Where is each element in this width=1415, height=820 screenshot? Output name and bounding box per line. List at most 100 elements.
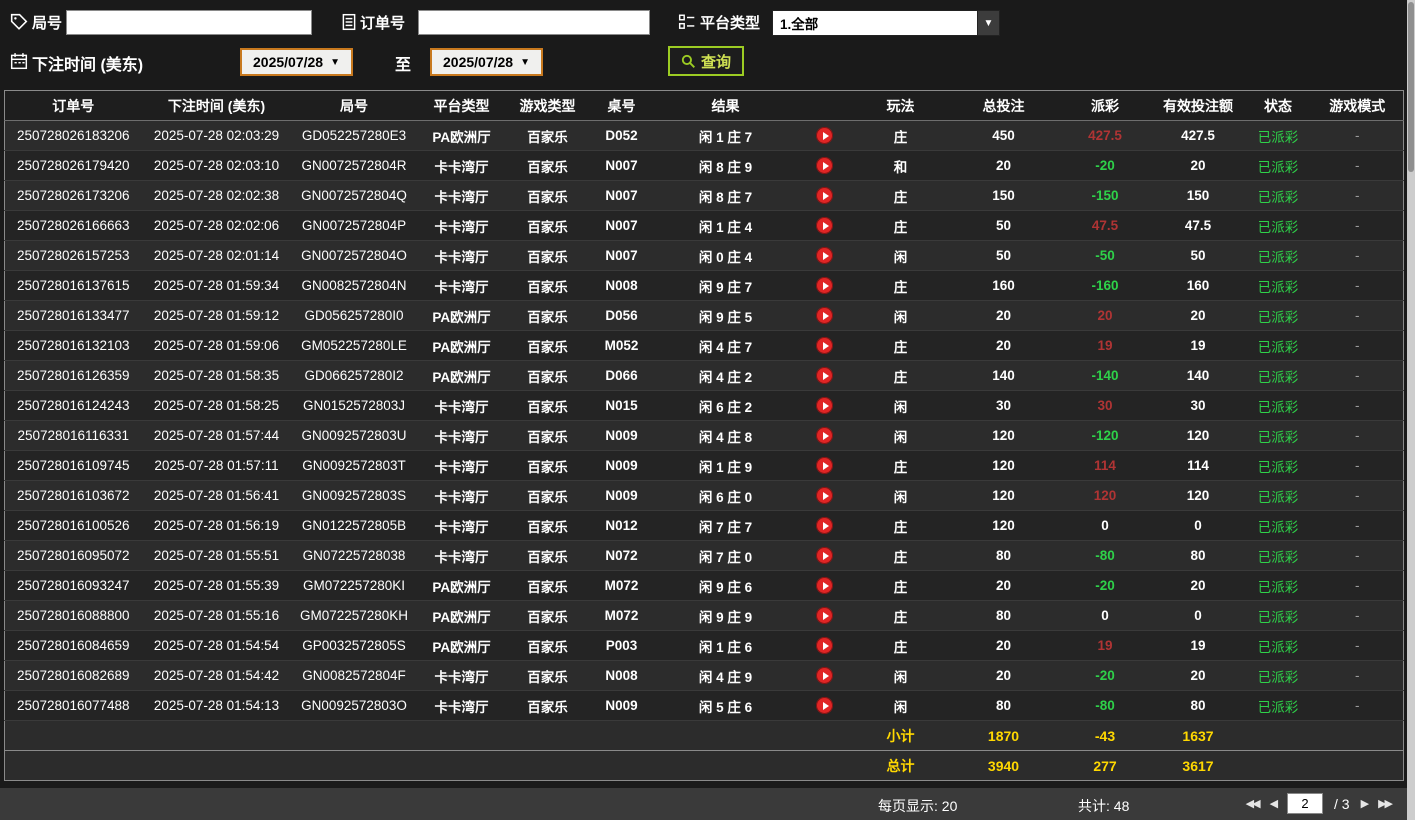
cell-round_id: GN0072572804Q [291,180,417,211]
chevron-down-icon: ▼ [330,56,340,68]
cell-play_icon [796,450,853,481]
cell-status: 已派彩 [1244,630,1312,661]
cell-payout: 120 [1058,480,1152,511]
cell-valid_bet: 30 [1151,390,1245,421]
scrollbar-thumb[interactable] [1408,2,1414,172]
next-page-icon[interactable]: ▶ [1361,797,1370,810]
table-row: 250728016082689 2025-07-28 01:54:42 GN0082… [4,660,1404,691]
cell-order_id: 250728016084659 [4,630,142,661]
cell-play_icon [796,180,853,211]
play-video-icon[interactable] [816,637,833,654]
play-video-icon[interactable] [816,187,833,204]
play-video-icon[interactable] [816,577,833,594]
play-video-icon[interactable] [816,337,833,354]
cell-payout: -20 [1058,150,1152,181]
cell-status: 已派彩 [1244,690,1312,721]
play-video-icon[interactable] [816,547,833,564]
play-video-icon[interactable] [816,307,833,324]
cell-order_id: 250728016103672 [4,480,142,511]
play-video-icon[interactable] [816,127,833,144]
cell-platform: PA欧洲厅 [416,120,507,151]
summary-payout: -43 [1058,720,1152,751]
cell-result: 闲 8 庄 9 [654,150,797,181]
cell-total_bet: 80 [948,540,1059,571]
table-row: 250728026183206 2025-07-28 02:03:29 GD0522… [4,120,1404,151]
cell-play_icon [796,150,853,181]
table-row: 250728016132103 2025-07-28 01:59:06 GM0522… [4,330,1404,361]
play-video-icon[interactable] [816,247,833,264]
summary-row: 总计 3940 277 3617 [4,750,1404,781]
cell-platform: 卡卡湾厅 [416,420,507,451]
cell-round_id: GP0032572805S [291,630,417,661]
round-input[interactable] [66,10,312,35]
column-header: 桌号 [588,90,655,121]
page-number-input[interactable] [1287,793,1324,814]
cell-round_id: GM052257280LE [291,330,417,361]
cell-bet_time: 2025-07-28 01:59:34 [141,270,292,301]
cell-order_id: 250728026179420 [4,150,142,181]
cell-status: 已派彩 [1244,600,1312,631]
play-video-icon[interactable] [816,697,833,714]
table-row: 250728016103672 2025-07-28 01:56:41 GN0092… [4,480,1404,511]
date-from-button[interactable]: 2025/07/28 ▼ [240,48,353,76]
play-video-icon[interactable] [816,217,833,234]
cell-total_bet: 120 [948,420,1059,451]
cell-mode: - [1311,630,1404,661]
last-page-icon[interactable]: ▶▶ [1378,797,1393,810]
play-video-icon[interactable] [816,397,833,414]
cell-payout: 0 [1058,510,1152,541]
play-video-icon[interactable] [816,367,833,384]
play-video-icon[interactable] [816,667,833,684]
play-video-icon[interactable] [816,427,833,444]
play-video-icon[interactable] [816,607,833,624]
play-video-icon[interactable] [816,517,833,534]
table-row: 250728016095072 2025-07-28 01:55:51 GN0722… [4,540,1404,571]
cell-status: 已派彩 [1244,120,1312,151]
cell-table_no: N009 [588,420,655,451]
cell-round_id: GN0072572804R [291,150,417,181]
cell-payout: -120 [1058,420,1152,451]
prev-page-icon[interactable]: ◀ [1270,797,1279,810]
cell-valid_bet: 120 [1151,420,1245,451]
query-button-label: 查询 [700,53,731,71]
cell-total_bet: 30 [948,390,1059,421]
scrollbar[interactable] [1407,0,1415,820]
cell-mode: - [1311,660,1404,691]
first-page-icon[interactable]: ◀◀ [1246,797,1261,810]
play-video-icon[interactable] [816,277,833,294]
cell-total_bet: 450 [948,120,1059,151]
play-video-icon[interactable] [816,487,833,504]
cell-game_type: 百家乐 [506,570,589,601]
cell-result: 闲 0 庄 4 [654,240,797,271]
cell-bet_time: 2025-07-28 01:57:44 [141,420,292,451]
summary-label: 小计 [852,720,949,751]
play-video-icon[interactable] [816,457,833,474]
cell-order_id: 250728016100526 [4,510,142,541]
summary-valid-bet: 1637 [1151,720,1245,751]
date-to-button[interactable]: 2025/07/28 ▼ [430,48,543,76]
query-button[interactable]: 查询 [668,46,744,76]
summary-row: 小计 1870 -43 1637 [4,720,1404,751]
cell-order_id: 250728026166663 [4,210,142,241]
cell-platform: PA欧洲厅 [416,330,507,361]
cell-valid_bet: 80 [1151,540,1245,571]
cell-platform: 卡卡湾厅 [416,210,507,241]
platform-select[interactable]: 1.全部 ▼ [772,10,1000,36]
play-video-icon[interactable] [816,157,833,174]
cell-order_id: 250728016088800 [4,600,142,631]
cell-bet_time: 2025-07-28 02:02:06 [141,210,292,241]
cell-platform: 卡卡湾厅 [416,480,507,511]
cell-play_icon [796,240,853,271]
cell-total_bet: 20 [948,150,1059,181]
summary-status-empty [1244,750,1312,781]
cell-payout: -50 [1058,240,1152,271]
cell-result: 闲 8 庄 7 [654,180,797,211]
cell-round_id: GN0072572804P [291,210,417,241]
order-input[interactable] [418,10,650,35]
cell-table_no: N008 [588,660,655,691]
cell-result: 闲 1 庄 7 [654,120,797,151]
cell-play: 庄 [852,600,949,631]
bet-records-table: 订单号 下注时间 (美东) 局号 平台类型 游戏类型 桌号 结果 玩法 总投注 派彩 有效投注额 状态… [4,90,1411,781]
cell-total_bet: 20 [948,330,1059,361]
cell-result: 闲 9 庄 6 [654,570,797,601]
